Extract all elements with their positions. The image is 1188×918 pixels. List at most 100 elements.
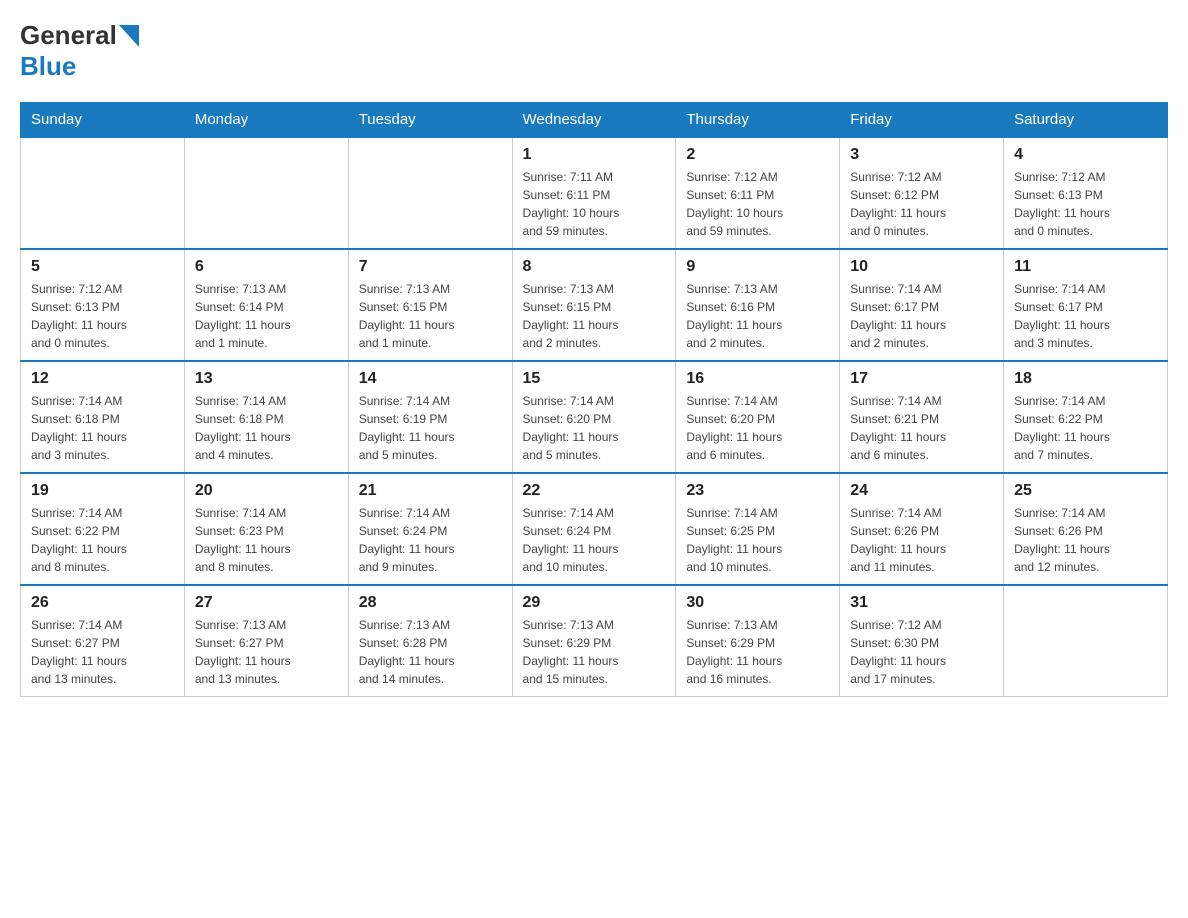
- day-info: Sunrise: 7:14 AM Sunset: 6:20 PM Dayligh…: [523, 392, 666, 464]
- calendar-cell: 2 Sunrise: 7:12 AM Sunset: 6:11 PM Daylig…: [676, 137, 840, 249]
- day-info: Sunrise: 7:13 AM Sunset: 6:16 PM Dayligh…: [686, 280, 829, 352]
- day-info: Sunrise: 7:12 AM Sunset: 6:13 PM Dayligh…: [1014, 168, 1157, 240]
- calendar-cell: 15 Sunrise: 7:14 AM Sunset: 6:20 PM Dayli…: [512, 361, 676, 473]
- day-info: Sunrise: 7:14 AM Sunset: 6:23 PM Dayligh…: [195, 504, 338, 576]
- day-info: Sunrise: 7:13 AM Sunset: 6:15 PM Dayligh…: [523, 280, 666, 352]
- calendar-cell: 6 Sunrise: 7:13 AM Sunset: 6:14 PM Daylig…: [184, 249, 348, 361]
- day-info: Sunrise: 7:12 AM Sunset: 6:11 PM Dayligh…: [686, 168, 829, 240]
- day-info: Sunrise: 7:13 AM Sunset: 6:29 PM Dayligh…: [523, 616, 666, 688]
- day-number: 7: [359, 258, 502, 276]
- calendar-cell: 31 Sunrise: 7:12 AM Sunset: 6:30 PM Dayli…: [840, 585, 1004, 697]
- calendar-cell: 10 Sunrise: 7:14 AM Sunset: 6:17 PM Dayli…: [840, 249, 1004, 361]
- calendar-cell: 19 Sunrise: 7:14 AM Sunset: 6:22 PM Dayli…: [21, 473, 185, 585]
- day-number: 6: [195, 258, 338, 276]
- day-number: 1: [523, 146, 666, 164]
- calendar-cell: 17 Sunrise: 7:14 AM Sunset: 6:21 PM Dayli…: [840, 361, 1004, 473]
- day-number: 20: [195, 482, 338, 500]
- day-number: 15: [523, 370, 666, 388]
- day-info: Sunrise: 7:14 AM Sunset: 6:22 PM Dayligh…: [1014, 392, 1157, 464]
- day-info: Sunrise: 7:12 AM Sunset: 6:13 PM Dayligh…: [31, 280, 174, 352]
- day-info: Sunrise: 7:14 AM Sunset: 6:26 PM Dayligh…: [850, 504, 993, 576]
- day-number: 29: [523, 594, 666, 612]
- day-info: Sunrise: 7:14 AM Sunset: 6:19 PM Dayligh…: [359, 392, 502, 464]
- calendar-cell: 4 Sunrise: 7:12 AM Sunset: 6:13 PM Daylig…: [1004, 137, 1168, 249]
- day-number: 14: [359, 370, 502, 388]
- day-info: Sunrise: 7:14 AM Sunset: 6:20 PM Dayligh…: [686, 392, 829, 464]
- page-header: GeneralBlue: [20, 20, 1168, 82]
- calendar-cell: 18 Sunrise: 7:14 AM Sunset: 6:22 PM Dayli…: [1004, 361, 1168, 473]
- day-info: Sunrise: 7:12 AM Sunset: 6:12 PM Dayligh…: [850, 168, 993, 240]
- day-number: 23: [686, 482, 829, 500]
- calendar-week-4: 19 Sunrise: 7:14 AM Sunset: 6:22 PM Dayli…: [21, 473, 1168, 585]
- calendar-cell: 25 Sunrise: 7:14 AM Sunset: 6:26 PM Dayli…: [1004, 473, 1168, 585]
- day-info: Sunrise: 7:13 AM Sunset: 6:15 PM Dayligh…: [359, 280, 502, 352]
- day-number: 10: [850, 258, 993, 276]
- weekday-header-saturday: Saturday: [1004, 103, 1168, 138]
- day-number: 25: [1014, 482, 1157, 500]
- day-number: 13: [195, 370, 338, 388]
- day-number: 28: [359, 594, 502, 612]
- calendar-table: SundayMondayTuesdayWednesdayThursdayFrid…: [20, 102, 1168, 697]
- calendar-cell: 22 Sunrise: 7:14 AM Sunset: 6:24 PM Dayli…: [512, 473, 676, 585]
- calendar-cell: 1 Sunrise: 7:11 AM Sunset: 6:11 PM Daylig…: [512, 137, 676, 249]
- day-info: Sunrise: 7:14 AM Sunset: 6:24 PM Dayligh…: [523, 504, 666, 576]
- calendar-header: SundayMondayTuesdayWednesdayThursdayFrid…: [21, 103, 1168, 138]
- calendar-cell: 26 Sunrise: 7:14 AM Sunset: 6:27 PM Dayli…: [21, 585, 185, 697]
- calendar-week-3: 12Sunrise: 7:14 AM Sunset: 6:18 PM Dayli…: [21, 361, 1168, 473]
- calendar-cell: [348, 137, 512, 249]
- calendar-cell: 7 Sunrise: 7:13 AM Sunset: 6:15 PM Daylig…: [348, 249, 512, 361]
- day-info: Sunrise: 7:14 AM Sunset: 6:25 PM Dayligh…: [686, 504, 829, 576]
- day-number: 22: [523, 482, 666, 500]
- calendar-cell: [1004, 585, 1168, 697]
- day-number: 24: [850, 482, 993, 500]
- calendar-cell: 30 Sunrise: 7:13 AM Sunset: 6:29 PM Dayli…: [676, 585, 840, 697]
- day-number: 11: [1014, 258, 1157, 276]
- calendar-cell: 24 Sunrise: 7:14 AM Sunset: 6:26 PM Dayli…: [840, 473, 1004, 585]
- day-info: Sunrise: 7:14 AM Sunset: 6:22 PM Dayligh…: [31, 504, 174, 576]
- day-number: 19: [31, 482, 174, 500]
- day-number: 30: [686, 594, 829, 612]
- calendar-cell: 14 Sunrise: 7:14 AM Sunset: 6:19 PM Dayli…: [348, 361, 512, 473]
- day-number: 16: [686, 370, 829, 388]
- weekday-header-monday: Monday: [184, 103, 348, 138]
- day-number: 21: [359, 482, 502, 500]
- day-info: Sunrise: 7:12 AM Sunset: 6:30 PM Dayligh…: [850, 616, 993, 688]
- day-number: 5: [31, 258, 174, 276]
- calendar-cell: 16 Sunrise: 7:14 AM Sunset: 6:20 PM Dayli…: [676, 361, 840, 473]
- day-info: Sunrise: 7:14 AM Sunset: 6:24 PM Dayligh…: [359, 504, 502, 576]
- calendar-cell: 29 Sunrise: 7:13 AM Sunset: 6:29 PM Dayli…: [512, 585, 676, 697]
- day-number: 4: [1014, 146, 1157, 164]
- day-number: 18: [1014, 370, 1157, 388]
- calendar-week-2: 5 Sunrise: 7:12 AM Sunset: 6:13 PM Daylig…: [21, 249, 1168, 361]
- day-info: Sunrise: 7:14 AM Sunset: 6:17 PM Dayligh…: [850, 280, 993, 352]
- calendar-cell: 20 Sunrise: 7:14 AM Sunset: 6:23 PM Dayli…: [184, 473, 348, 585]
- day-info: Sunrise: 7:13 AM Sunset: 6:14 PM Dayligh…: [195, 280, 338, 352]
- day-info: Sunrise: 7:13 AM Sunset: 6:27 PM Dayligh…: [195, 616, 338, 688]
- calendar-body: 1 Sunrise: 7:11 AM Sunset: 6:11 PM Daylig…: [21, 137, 1168, 697]
- day-number: 17: [850, 370, 993, 388]
- day-number: 3: [850, 146, 993, 164]
- weekday-header-thursday: Thursday: [676, 103, 840, 138]
- calendar-cell: 23 Sunrise: 7:14 AM Sunset: 6:25 PM Dayli…: [676, 473, 840, 585]
- day-number: 8: [523, 258, 666, 276]
- weekday-header-friday: Friday: [840, 103, 1004, 138]
- day-info: Sunrise: 7:11 AM Sunset: 6:11 PM Dayligh…: [523, 168, 666, 240]
- weekday-header-sunday: Sunday: [21, 103, 185, 138]
- day-info: Sunrise: 7:13 AM Sunset: 6:29 PM Dayligh…: [686, 616, 829, 688]
- day-info: Sunrise: 7:14 AM Sunset: 6:18 PM Dayligh…: [31, 392, 174, 464]
- day-number: 9: [686, 258, 829, 276]
- calendar-cell: 9 Sunrise: 7:13 AM Sunset: 6:16 PM Daylig…: [676, 249, 840, 361]
- calendar-cell: 12Sunrise: 7:14 AM Sunset: 6:18 PM Dayli…: [21, 361, 185, 473]
- calendar-week-1: 1 Sunrise: 7:11 AM Sunset: 6:11 PM Daylig…: [21, 137, 1168, 249]
- weekday-header-tuesday: Tuesday: [348, 103, 512, 138]
- day-number: 26: [31, 594, 174, 612]
- day-info: Sunrise: 7:14 AM Sunset: 6:21 PM Dayligh…: [850, 392, 993, 464]
- calendar-week-5: 26 Sunrise: 7:14 AM Sunset: 6:27 PM Dayli…: [21, 585, 1168, 697]
- calendar-cell: 27Sunrise: 7:13 AM Sunset: 6:27 PM Dayli…: [184, 585, 348, 697]
- calendar-cell: 8 Sunrise: 7:13 AM Sunset: 6:15 PM Daylig…: [512, 249, 676, 361]
- day-number: 2: [686, 146, 829, 164]
- day-info: Sunrise: 7:14 AM Sunset: 6:26 PM Dayligh…: [1014, 504, 1157, 576]
- day-info: Sunrise: 7:14 AM Sunset: 6:18 PM Dayligh…: [195, 392, 338, 464]
- day-number: 31: [850, 594, 993, 612]
- day-info: Sunrise: 7:14 AM Sunset: 6:27 PM Dayligh…: [31, 616, 174, 688]
